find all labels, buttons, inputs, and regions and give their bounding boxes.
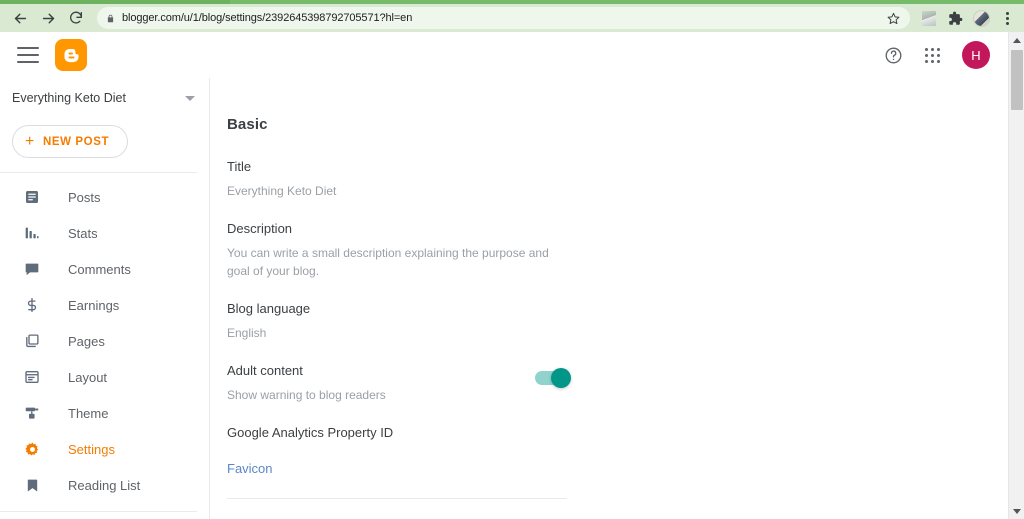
browser-profile-avatar[interactable]	[968, 5, 994, 31]
sidebar-item-label: Layout	[68, 369, 108, 385]
help-question-icon[interactable]	[884, 46, 903, 65]
new-post-wrapper: + NEW POST	[0, 118, 209, 172]
avatar[interactable]: H	[962, 41, 990, 69]
setting-label: Description	[227, 221, 293, 236]
comments-speech-bubble-icon	[22, 261, 42, 277]
blog-selector[interactable]: Everything Keto Diet	[0, 78, 209, 118]
sidebar: Everything Keto Diet + NEW POST Posts St…	[0, 78, 210, 519]
extensions-puzzle-icon[interactable]	[942, 5, 968, 31]
setting-row-blog-language[interactable]: Blog language English	[227, 300, 567, 342]
setting-row-adult-content[interactable]: Adult content Show warning to blog reade…	[227, 362, 571, 404]
sidebar-item-posts[interactable]: Posts	[0, 179, 209, 215]
app-header: H	[0, 32, 1008, 78]
forward-button[interactable]	[35, 5, 61, 31]
blog-name-label: Everything Keto Diet	[12, 91, 126, 105]
stats-bar-chart-icon	[22, 225, 42, 241]
setting-value: Show warning to blog readers	[227, 388, 386, 402]
scroll-up-arrow-icon[interactable]	[1009, 32, 1024, 48]
browser-extension-area	[916, 5, 1024, 31]
setting-row-favicon[interactable]: Favicon	[227, 461, 567, 476]
sidebar-item-label: Posts	[68, 189, 101, 205]
sidebar-item-label: Pages	[68, 333, 105, 349]
setting-row-google-analytics[interactable]: Google Analytics Property ID	[227, 424, 567, 441]
chrome-menu-kebab-icon[interactable]	[994, 5, 1020, 31]
new-post-label: NEW POST	[42, 135, 110, 148]
reading-list-bookmark-icon	[22, 478, 42, 493]
browser-chrome: blogger.com/u/1/blog/settings/2392645398…	[0, 0, 1024, 32]
setting-label: Google Analytics Property ID	[227, 425, 394, 440]
setting-label: Blog language	[227, 301, 311, 316]
sidebar-item-pages[interactable]: Pages	[0, 323, 209, 359]
earnings-dollar-icon	[22, 297, 42, 313]
setting-row-description[interactable]: Description You can write a small descri…	[227, 220, 567, 280]
adult-content-toggle[interactable]	[535, 368, 571, 388]
sidebar-item-label: Settings	[68, 441, 115, 457]
toggle-knob	[551, 368, 571, 388]
blogger-logo-icon[interactable]	[55, 39, 87, 71]
posts-icon	[22, 189, 42, 205]
favicon-link[interactable]: Favicon	[227, 461, 567, 476]
setting-value: You can write a small description explai…	[227, 246, 549, 278]
setting-value: English	[227, 326, 267, 340]
scrollbar-thumb[interactable]	[1011, 50, 1023, 110]
sidebar-item-reading-list[interactable]: Reading List	[0, 467, 209, 503]
sidebar-item-label: Reading List	[68, 477, 141, 493]
extension-thumbnail-icon[interactable]	[916, 5, 942, 31]
back-button[interactable]	[7, 5, 33, 31]
sidebar-item-theme[interactable]: Theme	[0, 395, 209, 431]
pages-stacked-icon	[22, 333, 42, 349]
sidebar-item-label: Earnings	[68, 297, 120, 313]
browser-toolbar: blogger.com/u/1/blog/settings/2392645398…	[0, 4, 1024, 32]
google-apps-grid-icon[interactable]	[925, 47, 940, 63]
bookmark-star-icon[interactable]	[887, 12, 900, 25]
sidebar-item-settings[interactable]: Settings	[0, 431, 209, 467]
setting-value: Everything Keto Diet	[227, 184, 337, 198]
content-divider	[227, 498, 567, 499]
reload-button[interactable]	[63, 5, 89, 31]
sidebar-item-stats[interactable]: Stats	[0, 215, 209, 251]
sidebar-nav-list: Posts Stats Comments Earnings Pages Layo…	[0, 173, 209, 503]
header-actions: H	[884, 41, 1008, 69]
chevron-down-icon	[185, 95, 195, 101]
sidebar-item-comments[interactable]: Comments	[0, 251, 209, 287]
hamburger-menu-icon[interactable]	[17, 47, 39, 63]
theme-paint-roller-icon	[22, 405, 42, 421]
setting-row-title[interactable]: Title Everything Keto Diet	[227, 158, 567, 200]
settings-gear-icon	[22, 441, 42, 458]
vertical-scrollbar[interactable]	[1008, 32, 1024, 519]
page-viewport: H Everything Keto Diet + NEW POST Posts …	[0, 32, 1024, 519]
sidebar-item-earnings[interactable]: Earnings	[0, 287, 209, 323]
url-text: blogger.com/u/1/blog/settings/2392645398…	[122, 12, 413, 24]
scroll-down-arrow-icon[interactable]	[1009, 503, 1024, 519]
sidebar-item-label: Theme	[68, 405, 109, 421]
lock-icon	[106, 13, 115, 24]
sidebar-item-label: Stats	[68, 225, 98, 241]
layout-icon	[22, 369, 42, 385]
sidebar-item-label: Comments	[68, 261, 131, 277]
address-bar[interactable]: blogger.com/u/1/blog/settings/2392645398…	[97, 7, 910, 29]
setting-label: Title	[227, 159, 252, 174]
sidebar-divider-bottom	[0, 511, 197, 512]
plus-icon: +	[25, 132, 35, 150]
setting-label: Adult content	[227, 363, 303, 378]
page-title: Basic	[227, 116, 268, 133]
new-post-button[interactable]: + NEW POST	[12, 125, 129, 158]
settings-content: Basic Title Everything Keto Diet Descrip…	[211, 78, 1008, 519]
sidebar-item-layout[interactable]: Layout	[0, 359, 209, 395]
